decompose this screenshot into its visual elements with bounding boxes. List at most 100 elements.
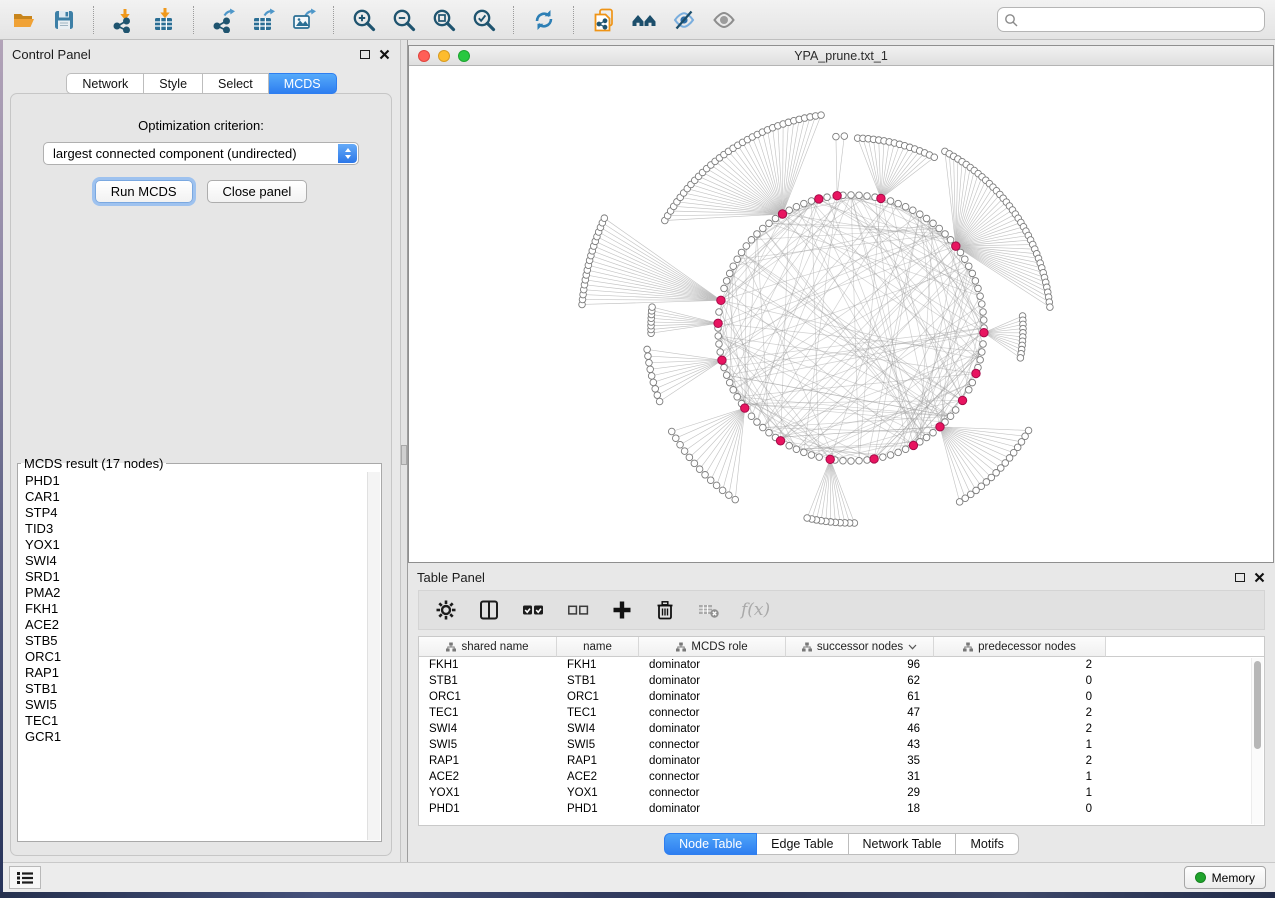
table-cell[interactable]: YOX1: [557, 785, 639, 801]
table-cell[interactable]: ORC1: [419, 689, 557, 705]
leaf-node[interactable]: [1017, 355, 1024, 362]
open-session-icon[interactable]: [10, 6, 37, 33]
leaf-node[interactable]: [681, 448, 688, 455]
delete-row-icon[interactable]: [654, 599, 676, 621]
float-panel-icon[interactable]: [360, 50, 370, 59]
table-cell[interactable]: dominator: [639, 721, 786, 737]
table-cell[interactable]: dominator: [639, 689, 786, 705]
ring-node[interactable]: [864, 457, 871, 464]
tab-select[interactable]: Select: [203, 73, 269, 94]
table-cell[interactable]: STB1: [419, 673, 557, 689]
mcds-hub-node[interactable]: [741, 404, 749, 412]
leaf-node[interactable]: [677, 441, 684, 448]
table-cell[interactable]: dominator: [639, 673, 786, 689]
run-mcds-button[interactable]: Run MCDS: [95, 180, 193, 203]
table-cell[interactable]: 31: [786, 769, 934, 785]
mcds-hub-node[interactable]: [980, 328, 988, 336]
table-cell[interactable]: 1: [934, 785, 1106, 801]
table-cell[interactable]: 46: [786, 721, 934, 737]
ring-node[interactable]: [930, 429, 937, 436]
mcds-result-item[interactable]: GCR1: [20, 729, 366, 745]
ring-node[interactable]: [977, 357, 984, 364]
deselect-all-rows-icon[interactable]: [566, 599, 590, 621]
mcds-result-item[interactable]: TEC1: [20, 713, 366, 729]
optimization-criterion-select[interactable]: largest connected component (undirected): [43, 142, 359, 165]
column-header-MCDS-role[interactable]: MCDS role: [639, 637, 786, 657]
close-panel-icon[interactable]: [379, 49, 390, 60]
leaf-node[interactable]: [601, 215, 608, 222]
ring-node[interactable]: [730, 387, 737, 394]
new-network-from-selection-icon[interactable]: [590, 6, 617, 33]
add-row-icon[interactable]: [611, 599, 633, 621]
table-cell[interactable]: SWI4: [557, 721, 639, 737]
leaf-node[interactable]: [644, 346, 651, 353]
ring-node[interactable]: [726, 270, 733, 277]
table-cell[interactable]: ACE2: [557, 769, 639, 785]
mcds-result-item[interactable]: PMA2: [20, 585, 366, 601]
ring-node[interactable]: [980, 309, 987, 316]
panel-splitter[interactable]: [400, 40, 408, 862]
leaf-node[interactable]: [672, 435, 679, 442]
table-cell[interactable]: 2: [934, 721, 1106, 737]
table-cell[interactable]: SWI4: [419, 721, 557, 737]
show-column-icon[interactable]: [478, 599, 500, 621]
table-cell[interactable]: connector: [639, 769, 786, 785]
table-cell[interactable]: 18: [786, 801, 934, 817]
float-table-panel-icon[interactable]: [1235, 573, 1245, 582]
table-cell[interactable]: 1: [934, 769, 1106, 785]
mcds-result-item[interactable]: SWI5: [20, 697, 366, 713]
mcds-result-item[interactable]: RAP1: [20, 665, 366, 681]
zoom-out-icon[interactable]: [390, 6, 417, 33]
leaf-node[interactable]: [668, 428, 675, 435]
ring-node[interactable]: [917, 211, 924, 218]
mcds-result-item[interactable]: STB1: [20, 681, 366, 697]
ring-node[interactable]: [824, 194, 831, 201]
show-panels-menu-button[interactable]: [9, 866, 41, 889]
table-cell[interactable]: RAP1: [557, 753, 639, 769]
table-cell[interactable]: 0: [934, 689, 1106, 705]
tab-mcds[interactable]: MCDS: [269, 73, 337, 94]
leaf-node[interactable]: [956, 499, 963, 506]
table-cell[interactable]: 0: [934, 801, 1106, 817]
ring-node[interactable]: [969, 379, 976, 386]
mcds-hub-node[interactable]: [833, 192, 841, 200]
ring-node[interactable]: [895, 449, 902, 456]
ring-node[interactable]: [730, 263, 737, 270]
mcds-hub-node[interactable]: [952, 242, 960, 250]
ring-node[interactable]: [754, 419, 761, 426]
ring-node[interactable]: [965, 263, 972, 270]
leaf-node[interactable]: [648, 373, 655, 380]
network-window-titlebar[interactable]: YPA_prune.txt_1: [409, 46, 1273, 66]
ring-node[interactable]: [936, 225, 943, 232]
ring-node[interactable]: [766, 220, 773, 227]
table-cell[interactable]: PHD1: [419, 801, 557, 817]
column-header-predecessor-nodes[interactable]: predecessor nodes: [934, 637, 1106, 657]
ring-node[interactable]: [734, 394, 741, 401]
table-cell[interactable]: 2: [934, 705, 1106, 721]
ring-node[interactable]: [880, 454, 887, 461]
table-cell[interactable]: TEC1: [419, 705, 557, 721]
leaf-node[interactable]: [804, 515, 811, 522]
table-cell[interactable]: 43: [786, 737, 934, 753]
ring-node[interactable]: [864, 193, 871, 200]
mcds-hub-node[interactable]: [778, 210, 786, 218]
tab-network[interactable]: Network: [66, 73, 144, 94]
mcds-result-item[interactable]: ORC1: [20, 649, 366, 665]
leaf-node[interactable]: [707, 477, 714, 484]
zoom-selected-icon[interactable]: [470, 6, 497, 33]
tab-edge-table[interactable]: Edge Table: [757, 833, 848, 855]
table-cell[interactable]: 1: [934, 737, 1106, 753]
ring-node[interactable]: [715, 333, 722, 340]
mcds-hub-node[interactable]: [714, 319, 722, 327]
ring-node[interactable]: [962, 256, 969, 263]
leaf-node[interactable]: [818, 112, 825, 119]
mcds-result-item[interactable]: YOX1: [20, 537, 366, 553]
mcds-result-item[interactable]: PHD1: [20, 473, 366, 489]
leaf-node[interactable]: [686, 454, 693, 461]
ring-node[interactable]: [980, 317, 987, 324]
ring-node[interactable]: [942, 231, 949, 238]
ring-node[interactable]: [947, 237, 954, 244]
leaf-node[interactable]: [649, 304, 656, 311]
network-graph[interactable]: [409, 66, 1273, 562]
ring-node[interactable]: [856, 192, 863, 199]
